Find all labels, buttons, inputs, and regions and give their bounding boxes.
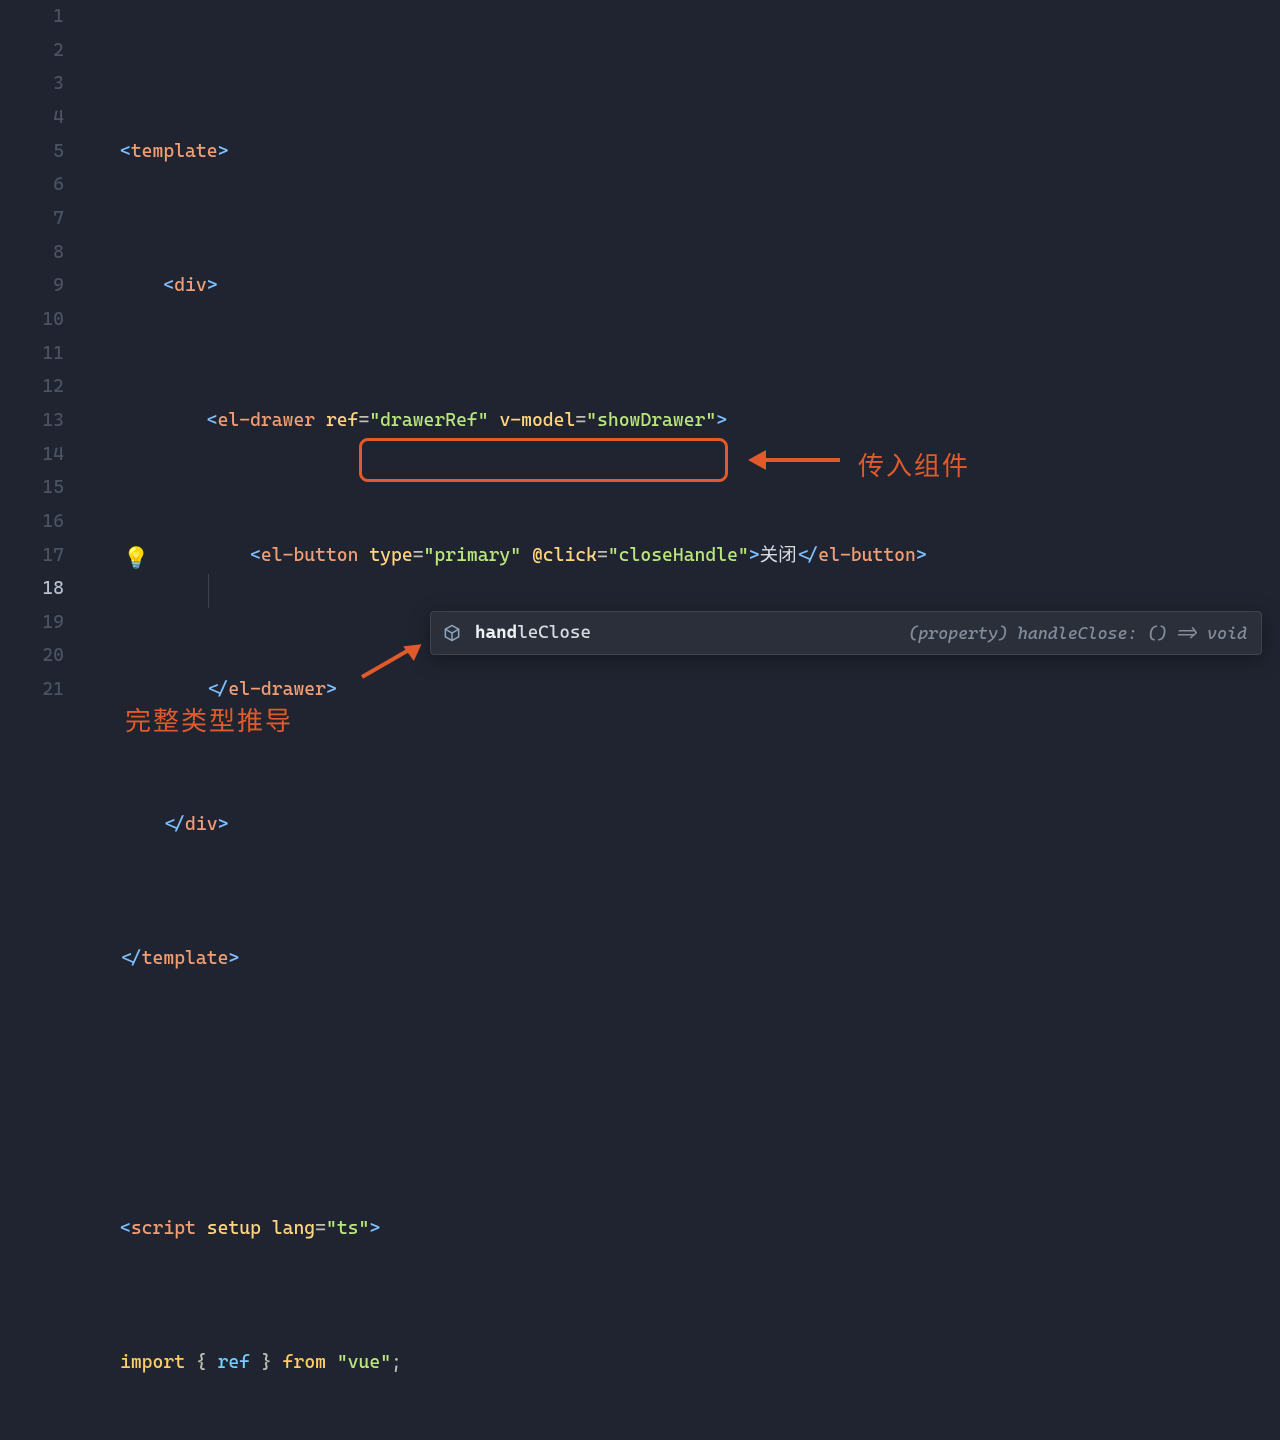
line-number: 6: [0, 168, 64, 202]
line-number: 5: [0, 135, 64, 169]
line-number: 2: [0, 34, 64, 68]
intellisense-label: handleClose: [475, 617, 591, 650]
line-number: 8: [0, 236, 64, 270]
code-line[interactable]: </template>: [120, 942, 927, 976]
code-line[interactable]: <template>: [120, 135, 927, 169]
line-number: 9: [0, 269, 64, 303]
line-number: 12: [0, 370, 64, 404]
line-number: 16: [0, 505, 64, 539]
property-icon: [441, 622, 463, 644]
line-number: 17: [0, 539, 64, 573]
line-number: 3: [0, 67, 64, 101]
line-number: 1: [0, 0, 64, 34]
line-number: 14: [0, 438, 64, 472]
code-line[interactable]: </div>: [120, 808, 927, 842]
line-number: 7: [0, 202, 64, 236]
code-line[interactable]: <el-drawer ref="drawerRef" v-model="show…: [120, 404, 927, 438]
line-number: 4: [0, 101, 64, 135]
annotation-label: 传入组件: [858, 443, 970, 490]
intellisense-popup[interactable]: handleClose (property) handleClose: () =…: [430, 611, 1262, 655]
line-number: 10: [0, 303, 64, 337]
line-number: 21: [0, 673, 64, 707]
indent-guide: [208, 574, 209, 608]
line-number: 20: [0, 639, 64, 673]
line-number-active: 18: [0, 572, 64, 606]
code-line[interactable]: <el-button type="primary" @click="closeH…: [120, 539, 927, 573]
line-number-gutter: 1 2 3 4 5 6 7 8 9 10 11 12 13 14 15 16 1…: [0, 0, 90, 720]
intellisense-hint: (property) handleClose: () => void: [908, 618, 1247, 649]
code-line[interactable]: [120, 1077, 927, 1111]
line-number: 11: [0, 337, 64, 371]
line-number: 19: [0, 606, 64, 640]
line-number: 13: [0, 404, 64, 438]
lightbulb-icon[interactable]: 💡: [123, 548, 149, 569]
code-line[interactable]: import { ref } from "vue";: [120, 1346, 927, 1380]
code-line[interactable]: <div>: [120, 269, 927, 303]
annotation-label: 完整类型推导: [125, 698, 293, 745]
code-line[interactable]: <script setup lang="ts">: [120, 1212, 927, 1246]
intellisense-item[interactable]: handleClose (property) handleClose: () =…: [431, 612, 1261, 654]
line-number: 15: [0, 471, 64, 505]
